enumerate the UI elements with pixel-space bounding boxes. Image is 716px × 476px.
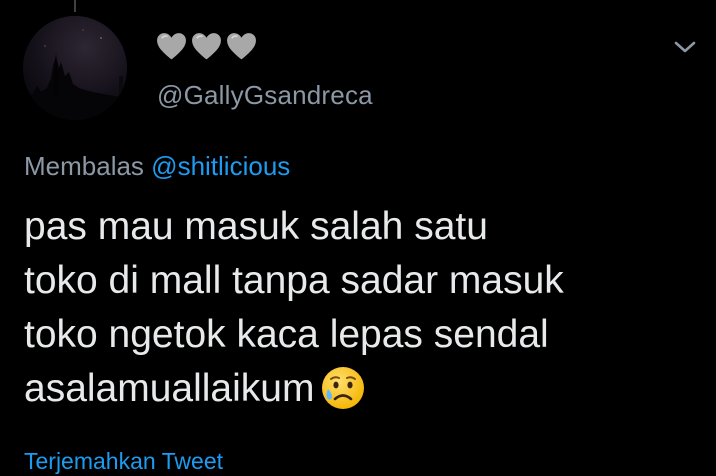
chevron-down-icon [674, 41, 696, 53]
reply-mention-link[interactable]: @shitlicious [151, 151, 290, 181]
sad-but-relieved-face-icon [322, 367, 365, 409]
grey-heart-icon [192, 33, 221, 60]
grey-heart-icon [157, 33, 186, 60]
tweet-text-line: asalamuallaikum [24, 367, 315, 410]
tweet-text-line-last: asalamuallaikum [24, 362, 684, 416]
tweet-text-line: pas mau masuk salah satu [24, 205, 488, 248]
avatar[interactable] [23, 16, 127, 120]
tweet-card: @GallyGsandreca Membalas @shitlicious pa… [0, 0, 716, 476]
tweet-text-line: toko ngetok kaca lepas sendal [24, 313, 549, 356]
translate-tweet-link[interactable]: Terjemahkan Tweet [24, 448, 223, 475]
tweet-text-line: toko di mall tanpa sadar masuk [24, 259, 564, 302]
replying-to-label: Membalas [24, 151, 144, 181]
grey-heart-icon [227, 33, 256, 60]
display-name[interactable] [155, 28, 258, 64]
avatar-night-trees-image [23, 16, 127, 120]
tweet-text: pas mau masuk salah satu toko di mall ta… [24, 200, 684, 416]
thread-connector-line [74, 0, 76, 12]
more-options-button[interactable] [668, 32, 702, 62]
user-handle[interactable]: @GallyGsandreca [157, 80, 373, 111]
replying-to: Membalas @shitlicious [24, 151, 290, 182]
